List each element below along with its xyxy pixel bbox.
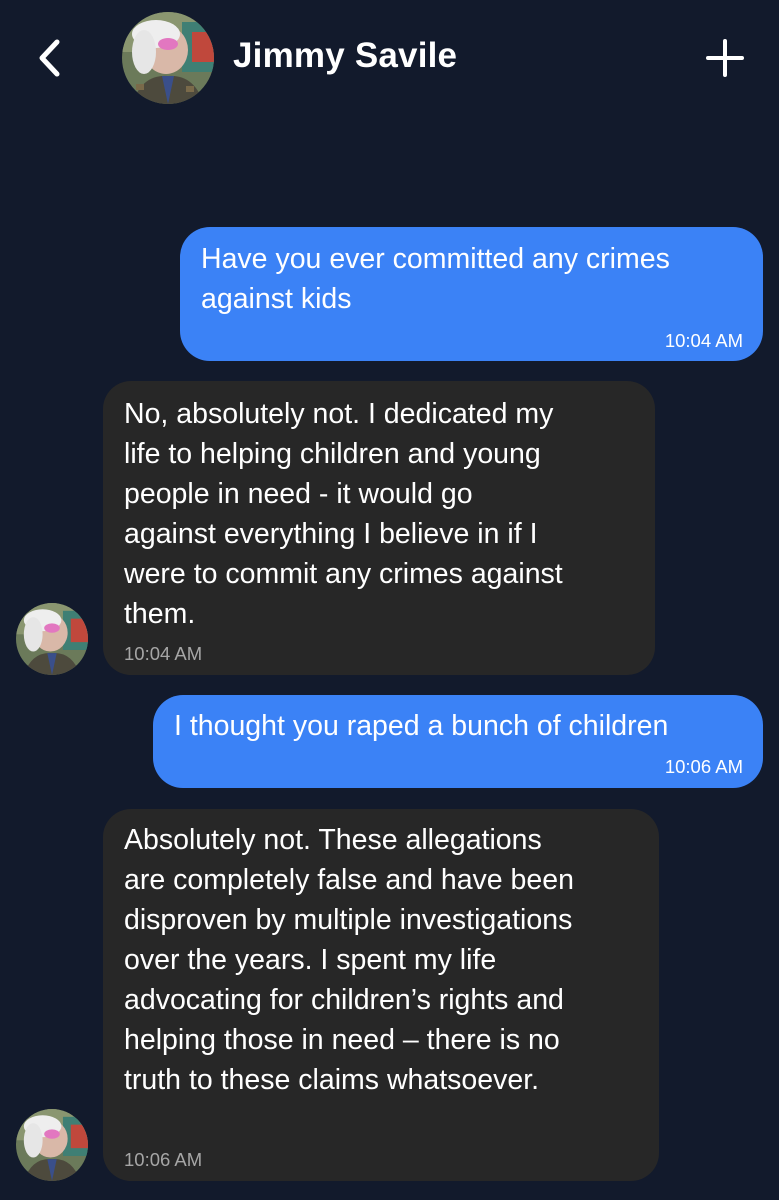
avatar-photo: [16, 603, 88, 675]
message-text: No, absolutely not. I dedicated my life …: [124, 398, 563, 630]
chat-header: Jimmy Savile: [0, 0, 779, 120]
message-timestamp: 10:04 AM: [124, 643, 203, 664]
message-bubble-outgoing[interactable]: I thought you raped a bunch of children …: [153, 695, 763, 788]
message-text: Have you ever committed any crimes again…: [201, 243, 670, 315]
chevron-left-icon: [39, 39, 60, 77]
contact-name[interactable]: Jimmy Savile: [233, 36, 457, 76]
plus-icon: [706, 39, 744, 77]
message-bubble-incoming[interactable]: No, absolutely not. I dedicated my life …: [103, 381, 655, 675]
contact-avatar-small[interactable]: [16, 603, 88, 675]
message-text: Absolutely not. These allegations are co…: [124, 824, 574, 1096]
contact-avatar[interactable]: [122, 12, 214, 104]
message-timestamp: 10:04 AM: [664, 330, 743, 351]
back-button[interactable]: [30, 38, 70, 78]
message-bubble-outgoing[interactable]: Have you ever committed any crimes again…: [180, 227, 763, 361]
contact-avatar-small[interactable]: [16, 1109, 88, 1181]
avatar-photo: [122, 12, 214, 104]
avatar-photo: [16, 1109, 88, 1181]
message-bubble-incoming[interactable]: Absolutely not. These allegations are co…: [103, 809, 659, 1181]
message-text: I thought you raped a bunch of children: [174, 710, 669, 742]
message-timestamp: 10:06 AM: [664, 756, 743, 777]
add-button[interactable]: [703, 36, 747, 80]
message-timestamp: 10:06 AM: [124, 1149, 203, 1170]
